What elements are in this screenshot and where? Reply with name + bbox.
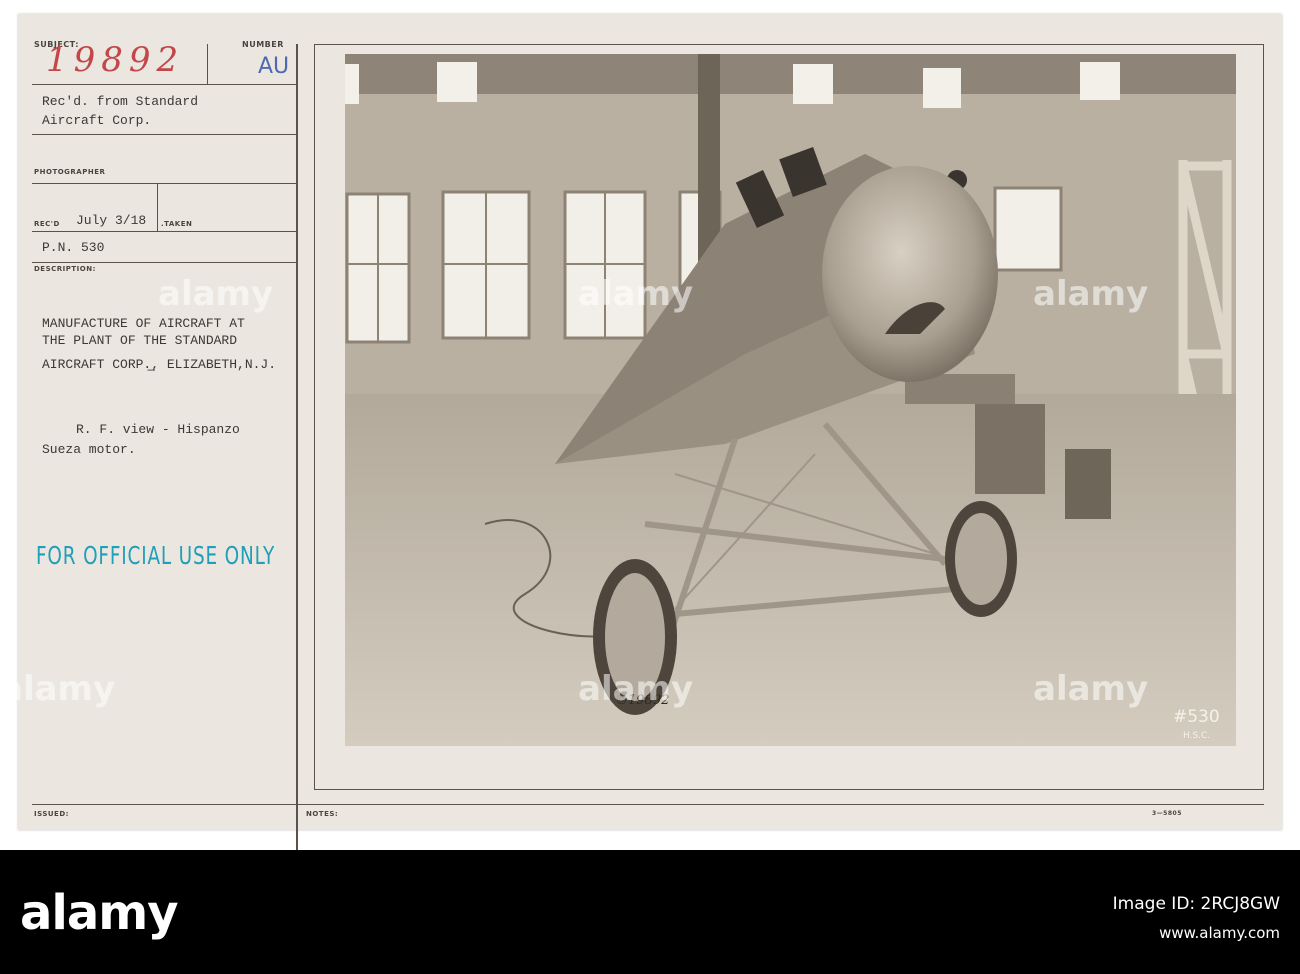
aircraft-photograph: ©19892 #530 H.S.C. [345, 54, 1236, 746]
watermark: alamy [0, 669, 116, 709]
site-url: www.alamy.com [1159, 924, 1280, 942]
notes-label: NOTES: [306, 810, 339, 818]
subject-number: 19892 [46, 40, 185, 80]
description-line-5: Sueza motor. [42, 442, 136, 457]
frame-left [314, 44, 315, 790]
image-id: Image ID: 2RCJ8GW [1112, 894, 1280, 914]
source-line-1: Rec'd. from Standard [42, 94, 199, 109]
number-value: AU [258, 54, 290, 79]
watermark: alamy [1033, 669, 1149, 709]
taken-label: .TAKEN [161, 220, 193, 228]
description-line-4: R. F. view - Hispanzo [76, 422, 240, 437]
frame-bottom [314, 789, 1264, 790]
watermark: alamy [158, 274, 274, 314]
description-line-2: THE PLANT OF THE STANDARD [42, 333, 238, 348]
official-use-stamp: FOR OFFICIAL USE ONLY [36, 541, 276, 570]
issued-label: ISSUED: [34, 810, 69, 818]
recd-label: REC'D [34, 220, 60, 228]
watermark: alamy [1033, 274, 1149, 314]
form-code: 3—5805 [1152, 810, 1182, 817]
recd-date: July 3/18 [76, 213, 147, 228]
number-divider [207, 44, 208, 84]
frame-top [314, 44, 1264, 45]
photographer-label: PHOTOGRAPHER [34, 168, 106, 176]
plate-number: #530 [1173, 707, 1220, 727]
frame-right [1263, 44, 1264, 790]
vertical-divider [296, 44, 298, 856]
number-label: NUMBER [242, 40, 284, 49]
source-line-2: Aircraft Corp. [42, 113, 152, 128]
watermark: alamy [578, 274, 694, 314]
taken-divider [157, 183, 158, 231]
rule-source [32, 134, 298, 135]
plate-initials: H.S.C. [1183, 731, 1210, 741]
description-label: DESCRIPTION: [34, 265, 96, 273]
rule-pn [32, 262, 298, 263]
rule-subject [32, 84, 298, 85]
description-line-1: MANUFACTURE OF AIRCRAFT AT [42, 316, 245, 331]
rule-issued [32, 804, 1264, 805]
rule-recd [32, 231, 298, 232]
description-line-3: AIRCRAFT CORP.̲, ELIZABETH,N.J. [42, 357, 277, 372]
pn-value: P.N. 530 [42, 240, 105, 255]
rule-photographer [32, 183, 298, 184]
watermark: alamy [578, 669, 694, 709]
banner-logo: alamy [20, 885, 179, 941]
stock-banner [0, 850, 1300, 974]
